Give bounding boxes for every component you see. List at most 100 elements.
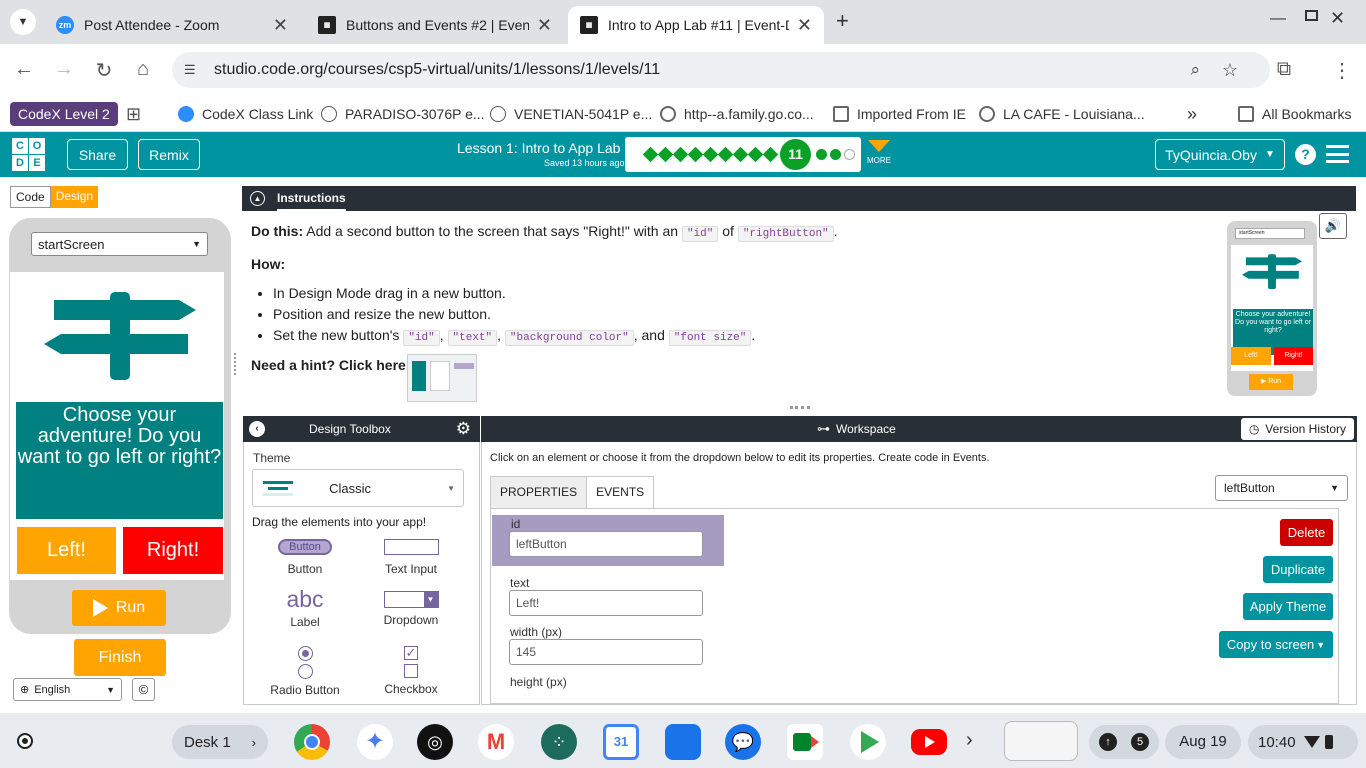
desk-switcher[interactable]: Desk 1 › <box>172 725 268 759</box>
run-button[interactable]: Run <box>72 590 166 626</box>
more-levels-button[interactable]: MORE <box>867 140 891 165</box>
panel-resize-handle[interactable] <box>234 353 238 375</box>
lesson-title[interactable]: Lesson 1: Intro to App Lab <box>457 140 620 156</box>
code-org-logo[interactable]: C O D E <box>12 138 45 171</box>
element-select-dropdown[interactable]: leftButton ▼ <box>1215 475 1348 501</box>
remix-button[interactable]: Remix <box>138 139 200 170</box>
files-icon[interactable] <box>665 724 701 760</box>
toolbox-checkbox[interactable]: ✓ Checkbox <box>366 646 456 696</box>
launcher-icon[interactable] <box>17 733 33 749</box>
close-window-icon[interactable]: ✕ <box>1330 8 1345 29</box>
messages-icon[interactable]: 💬 <box>725 724 761 760</box>
width-input[interactable]: 145 <box>509 639 703 665</box>
bookmark-folder[interactable]: Imported From IE <box>833 102 966 126</box>
slack-icon[interactable]: ⁘ <box>541 724 577 760</box>
copyright-button[interactable]: © <box>132 678 155 701</box>
browser-tab[interactable]: ▦ Buttons and Events #2 | Event-D ✕ <box>306 6 564 44</box>
hint-thumbnail[interactable] <box>407 354 477 402</box>
hamburger-menu-icon[interactable] <box>1326 145 1349 163</box>
text-to-speech-icon[interactable]: 🔊 <box>1319 213 1347 239</box>
current-level-bubble[interactable]: 11 <box>780 139 811 170</box>
chevron-right-icon[interactable]: › <box>966 729 973 752</box>
site-info-icon[interactable]: ☰ <box>184 62 206 78</box>
toolbox-radio-button[interactable]: Radio Button <box>260 646 350 697</box>
apply-theme-button[interactable]: Apply Theme <box>1243 593 1333 620</box>
close-tab-icon[interactable]: ✕ <box>537 15 552 36</box>
forward-icon[interactable]: → <box>52 58 76 81</box>
minimize-icon[interactable]: — <box>1270 10 1286 28</box>
progress-level[interactable] <box>844 149 855 160</box>
left-button[interactable]: Left! <box>17 527 116 574</box>
toolbox-text-input[interactable]: Text Input <box>366 539 456 576</box>
screen-select-dropdown[interactable]: startScreen ▼ <box>31 232 208 256</box>
tote-thumbnail[interactable] <box>1004 721 1078 761</box>
help-icon[interactable]: ? <box>1295 144 1316 165</box>
calendar-icon[interactable]: 31 <box>603 724 639 760</box>
toolbox-button[interactable]: Button Button <box>260 539 350 576</box>
close-tab-icon[interactable]: ✕ <box>797 15 812 36</box>
progress-level[interactable] <box>830 149 841 160</box>
text-input[interactable]: Left! <box>509 590 703 616</box>
instructions-tab[interactable]: Instructions <box>277 187 346 211</box>
id-input[interactable]: leftButton <box>509 531 703 557</box>
bookmark-item[interactable]: CodeX Class Link <box>178 102 313 126</box>
instructions-resize-handle[interactable] <box>790 406 810 410</box>
bookmark-star-icon[interactable]: ☆ <box>1222 60 1238 81</box>
new-tab-button[interactable]: + <box>836 8 849 34</box>
browser-tab[interactable]: zm Post Attendee - Zoom ✕ <box>44 6 300 44</box>
status-area[interactable]: 10:40 <box>1248 725 1358 759</box>
properties-tab[interactable]: PROPERTIES <box>491 477 588 508</box>
finish-button[interactable]: Finish <box>74 639 166 676</box>
gemini-icon[interactable]: ✦ <box>357 724 393 760</box>
bookmark-item[interactable]: VENETIAN-5041P e... <box>490 102 652 126</box>
duplicate-button[interactable]: Duplicate <box>1263 556 1333 583</box>
restore-icon[interactable] <box>1305 10 1318 21</box>
play-store-icon[interactable] <box>850 724 886 760</box>
date-pill[interactable]: Aug 19 <box>1165 725 1241 759</box>
notification-pill[interactable]: ↑ 5 <box>1089 725 1159 759</box>
home-icon[interactable]: ⌂ <box>131 58 155 81</box>
language-select[interactable]: ⊕ English ▼ <box>13 678 122 701</box>
theme-dropdown[interactable]: Classic ▼ <box>252 469 464 507</box>
bookmark-item[interactable]: http--a.family.go.co... <box>660 102 814 126</box>
chrome-icon[interactable] <box>294 724 330 760</box>
apps-grid-icon[interactable]: ⊞ <box>126 102 141 126</box>
signpost-image[interactable] <box>44 292 196 382</box>
collapse-toolbox-icon[interactable]: ‹ <box>249 421 265 437</box>
progress-level[interactable] <box>816 149 827 160</box>
tab-search-button[interactable]: ▼ <box>10 9 36 35</box>
example-app-thumbnail[interactable]: startScreen Choose your adventure! Do yo… <box>1227 221 1317 396</box>
profile-chip[interactable]: CodeX Level 2 <box>10 102 118 126</box>
version-history-button[interactable]: ◷ Version History <box>1240 418 1354 440</box>
bookmark-item[interactable]: PARADISO-3076P e... <box>321 102 485 126</box>
bookmark-item[interactable]: LA CAFE - Louisiana... <box>979 102 1145 126</box>
gmail-icon[interactable]: M <box>478 724 514 760</box>
toolbox-label[interactable]: abc Label <box>260 588 350 630</box>
url-text[interactable]: studio.code.org/courses/csp5-virtual/uni… <box>214 61 660 79</box>
more-bookmarks-button[interactable]: » <box>1187 102 1197 126</box>
copy-to-screen-button[interactable]: Copy to screen ▼ <box>1219 631 1333 658</box>
extensions-icon[interactable]: ⧉ <box>1272 58 1296 81</box>
right-button[interactable]: Right! <box>123 527 223 574</box>
share-button[interactable]: Share <box>67 139 128 170</box>
youtube-icon[interactable] <box>911 729 947 755</box>
toolbox-dropdown[interactable]: ▼ Dropdown <box>366 591 456 627</box>
meet-icon[interactable] <box>787 724 823 760</box>
design-mode-tab[interactable]: Design <box>50 186 99 208</box>
user-menu-button[interactable]: TyQuincia.Oby ▼ <box>1155 139 1285 170</box>
menu-kebab-icon[interactable]: ⋮ <box>1330 58 1354 83</box>
collapse-icon[interactable]: ▲ <box>250 191 265 206</box>
events-tab[interactable]: EVENTS <box>587 477 653 508</box>
settings-gear-icon[interactable]: ⚙ <box>456 419 471 439</box>
zoom-search-icon[interactable]: ⌕ <box>1190 60 1200 80</box>
app-screen[interactable]: Choose your adventure! Do you want to go… <box>10 272 224 580</box>
code-mode-tab[interactable]: Code <box>10 186 51 208</box>
browser-tab-active[interactable]: ▦ Intro to App Lab #11 | Event-Dri ✕ <box>568 6 824 44</box>
all-bookmarks-folder[interactable]: All Bookmarks <box>1238 102 1351 126</box>
close-tab-icon[interactable]: ✕ <box>273 15 288 36</box>
prompt-label[interactable]: Choose your adventure! Do you want to go… <box>16 402 223 519</box>
delete-button[interactable]: Delete <box>1280 519 1333 546</box>
signal-app-icon[interactable]: ◎ <box>417 724 453 760</box>
reload-icon[interactable]: ↻ <box>92 58 116 83</box>
address-bar[interactable]: ☰ studio.code.org/courses/csp5-virtual/u… <box>172 52 1270 88</box>
